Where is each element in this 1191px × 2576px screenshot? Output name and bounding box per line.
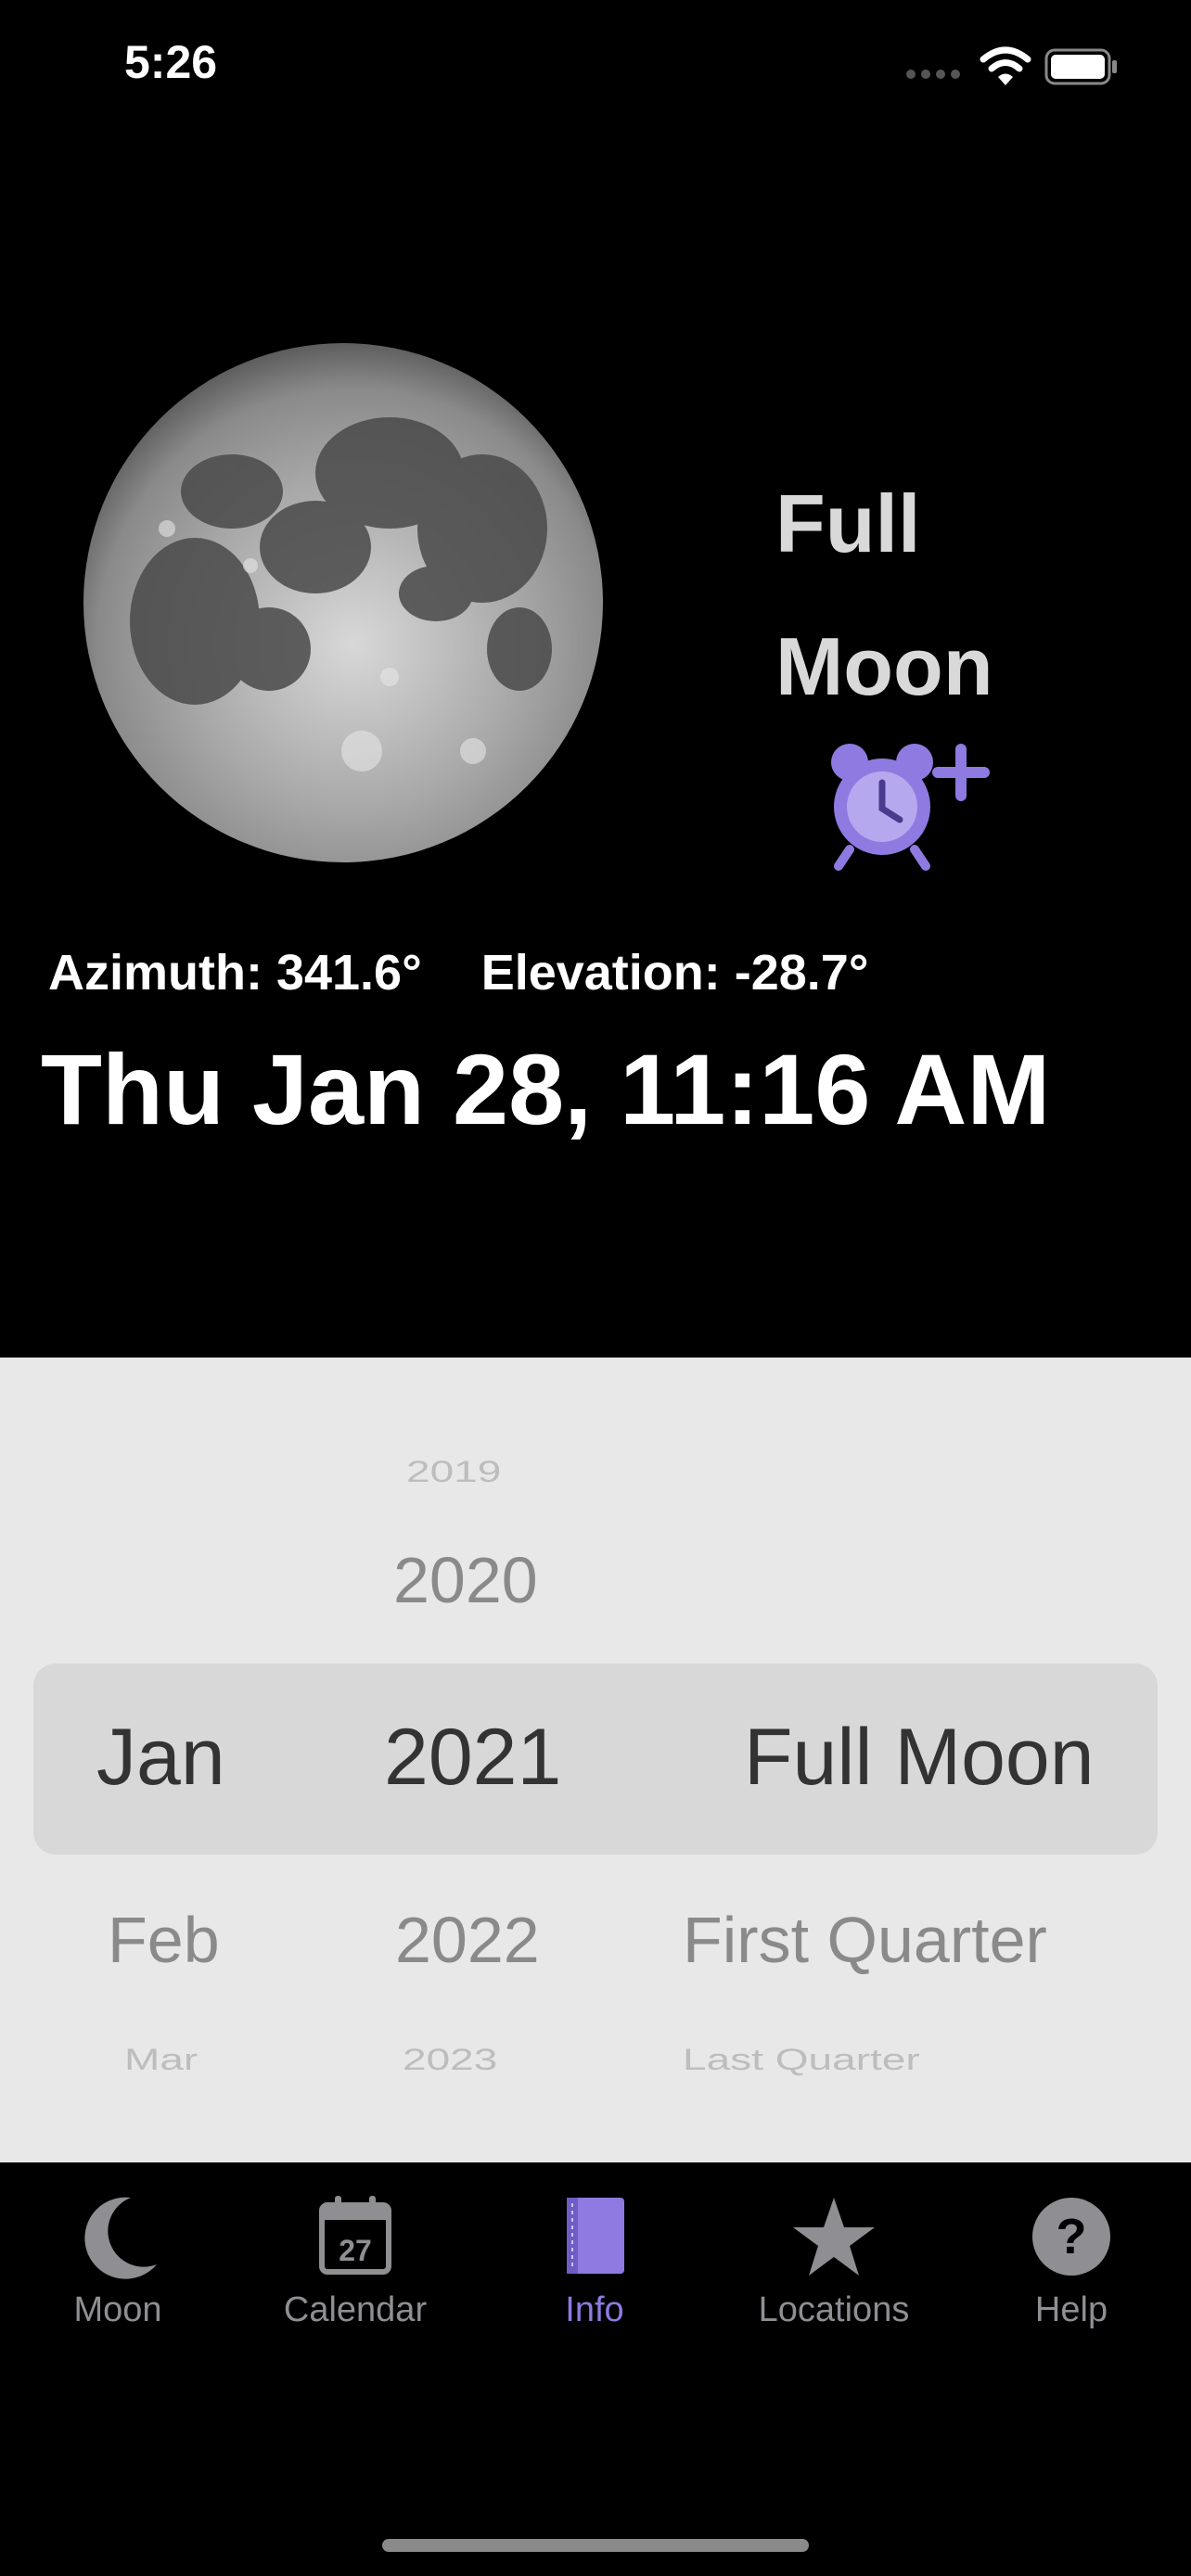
coordinates-readout: Azimuth: 341.6° Elevation: -28.7° <box>48 944 868 1001</box>
tab-info[interactable]: Info <box>488 2192 701 2359</box>
book-icon <box>567 2198 624 2274</box>
picker-year-selected[interactable]: 2021 <box>384 1712 561 1804</box>
phase-line-1: Full <box>775 478 921 569</box>
picker-month-next[interactable]: Feb <box>108 1903 220 1977</box>
calendar-day-number: 27 <box>339 2234 372 2267</box>
home-indicator[interactable] <box>382 2539 809 2552</box>
tab-label-moon: Moon <box>73 2290 162 2329</box>
signal-dots-icon <box>906 70 960 79</box>
azimuth-label: Azimuth: 341.6° <box>48 945 422 1001</box>
status-bar: 5:26 <box>0 0 1191 139</box>
picker-month-next-2[interactable]: Mar <box>124 2042 198 2077</box>
tab-locations[interactable]: Locations <box>727 2192 941 2359</box>
date-phase-picker[interactable]: Jan Feb Mar 2019 2020 2021 2022 2023 Ful… <box>0 1358 1191 2162</box>
tab-label-help: Help <box>1034 2290 1108 2329</box>
picker-year-prev[interactable]: 2020 <box>393 1543 538 1617</box>
picker-phase-next[interactable]: First Quarter <box>683 1903 1047 1977</box>
tab-label-locations: Locations <box>758 2290 910 2329</box>
status-time: 5:26 <box>124 36 218 88</box>
elevation-label: Elevation: -28.7° <box>480 945 869 1001</box>
tab-help[interactable]: ? Help <box>965 2192 1178 2359</box>
tab-label-info: Info <box>565 2290 624 2329</box>
star-icon <box>793 2198 875 2276</box>
crescent-moon-icon <box>84 2197 157 2279</box>
battery-icon <box>1044 48 1117 85</box>
picker-year-next[interactable]: 2022 <box>395 1903 540 1977</box>
calendar-icon: 27 <box>319 2196 391 2275</box>
question-mark-icon: ? <box>1032 2198 1110 2276</box>
wifi-icon <box>980 46 1031 85</box>
datetime-label: Thu Jan 28, 11:16 AM <box>41 1033 1051 1145</box>
tab-moon[interactable]: Moon <box>11 2192 224 2359</box>
picker-phase-selected[interactable]: Full Moon <box>744 1712 1095 1804</box>
picker-year-prev-2[interactable]: 2019 <box>406 1454 501 1489</box>
alarm-add-icon[interactable] <box>822 742 994 872</box>
phase-line-2: Moon <box>775 620 993 712</box>
picker-year-next-2[interactable]: 2023 <box>403 2042 497 2077</box>
tab-label-calendar: Calendar <box>283 2290 428 2329</box>
moon-image <box>83 343 603 862</box>
picker-month-selected[interactable]: Jan <box>96 1712 225 1804</box>
tab-calendar[interactable]: 27 Calendar <box>249 2192 462 2359</box>
tab-bar: Moon 27 Calendar Info Locations ? Help <box>0 2162 1191 2576</box>
picker-phase-next-2[interactable]: Last Quarter <box>683 2042 920 2077</box>
svg-text:?: ? <box>1057 2209 1087 2264</box>
moon-phase-name: Full Moon <box>775 453 993 738</box>
